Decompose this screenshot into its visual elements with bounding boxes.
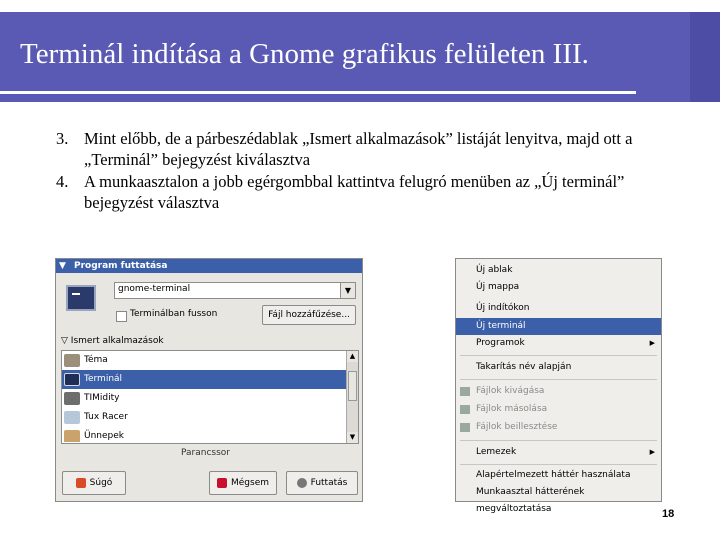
bullet-text: A munkaasztalon a jobb egérgombbal katti…	[84, 172, 625, 212]
bullet-number: 4.	[56, 172, 69, 191]
expander-arrow-icon: ▽	[61, 336, 68, 346]
menu-item-copy[interactable]: Fájlok másolása	[456, 401, 661, 418]
list-item[interactable]: Téma	[62, 351, 346, 370]
help-label: Súgó	[89, 478, 113, 488]
menu-item-label: Új ablak	[476, 265, 513, 275]
run-label: Futtatás	[310, 478, 348, 488]
menu-item-disks[interactable]: Lemezek ▶	[456, 444, 661, 461]
help-icon	[75, 477, 86, 488]
menu-item-label: Alapértelmezett háttér használata	[476, 470, 631, 480]
dialog-titlebar[interactable]: ▼ Program futtatása	[56, 259, 362, 273]
title-side-accent	[690, 12, 720, 102]
command-input[interactable]: gnome-terminal	[118, 284, 190, 294]
bullet-item: 3. Mint előbb, de a párbeszédablak „Isme…	[56, 128, 696, 170]
menu-item-programs[interactable]: Programok ▶	[456, 335, 661, 352]
command-combobox[interactable]: gnome-terminal ▼	[114, 282, 356, 299]
list-scrollbar[interactable]: ▲ ▼	[346, 351, 358, 443]
menu-item-clean-up[interactable]: Takarítás név alapján	[456, 359, 661, 376]
list-item[interactable]: Ünnepek	[62, 427, 346, 442]
penguin-icon	[64, 411, 80, 424]
terminal-icon	[64, 373, 80, 386]
known-apps-list[interactable]: Téma Terminál TIMidity Tux Racer Ünnepek…	[61, 350, 359, 444]
list-item-label: Téma	[84, 355, 108, 365]
music-icon	[64, 392, 80, 405]
menu-item-default-background[interactable]: Alapértelmezett háttér használata	[456, 467, 661, 484]
menu-item-new-window[interactable]: Új ablak	[456, 262, 661, 279]
menu-item-new-folder[interactable]: Új mappa	[456, 279, 661, 296]
known-apps-label: Ismert alkalmazások	[70, 336, 164, 346]
submenu-arrow-icon: ▶	[649, 448, 655, 456]
theme-icon	[64, 354, 80, 367]
menu-item-label: Fájlok kivágása	[476, 386, 545, 396]
list-item[interactable]: Tux Racer	[62, 408, 346, 427]
list-item[interactable]: TIMidity	[62, 389, 346, 408]
submenu-arrow-icon: ▶	[649, 339, 655, 347]
run-program-dialog: ▼ Program futtatása gnome-terminal ▼ Ter…	[55, 258, 363, 502]
menu-separator	[460, 440, 657, 441]
menu-item-label: Új terminál	[476, 321, 526, 331]
list-item-label: TIMidity	[84, 393, 120, 403]
desktop-context-menu: Új ablak Új mappa Új indítókon Új termin…	[455, 258, 662, 514]
command-label: Parancssor	[181, 448, 230, 458]
slide-title: Terminál indítása a Gnome grafikus felül…	[20, 38, 589, 70]
dialog-title: Program futtatása	[74, 261, 168, 271]
page-number: 18	[662, 508, 675, 520]
menu-separator	[460, 464, 657, 465]
cancel-button[interactable]: Mégsem	[209, 471, 277, 495]
title-underline	[0, 91, 636, 94]
cancel-icon	[216, 477, 227, 488]
menu-separator	[460, 379, 657, 380]
menu-item-new-launcher[interactable]: Új indítókon	[456, 300, 661, 317]
list-item-label: Ünnepek	[84, 431, 124, 441]
copy-icon	[460, 405, 470, 414]
bullet-number: 3.	[56, 129, 69, 148]
menu-item-label: Új mappa	[476, 282, 520, 292]
menu-arrow-icon[interactable]: ▼	[59, 259, 66, 273]
menu-item-label: Új indítókon	[476, 303, 530, 313]
menu-item-label: Fájlok másolása	[476, 404, 548, 414]
run-in-terminal-label[interactable]: Terminálban fusson	[130, 309, 217, 319]
list-item-label: Terminál	[84, 374, 123, 384]
list-item[interactable]: Terminál	[62, 370, 346, 389]
scroll-up-icon[interactable]: ▲	[347, 351, 358, 362]
scroll-down-icon[interactable]: ▼	[347, 432, 358, 443]
menu-item-new-terminal[interactable]: Új terminál	[456, 318, 661, 335]
menu-item-label: Programok	[476, 338, 525, 348]
calendar-icon	[64, 430, 80, 442]
gears-icon	[296, 477, 307, 488]
cancel-label: Mégsem	[230, 478, 269, 488]
menu-separator	[460, 355, 657, 356]
list-item-label: Tux Racer	[84, 412, 128, 422]
menu-item-change-background[interactable]: Munkaasztal hátterének megváltoztatása	[456, 484, 661, 514]
menu-item-label: Munkaasztal hátterének megváltoztatása	[476, 487, 585, 514]
run-button[interactable]: Futtatás	[286, 471, 358, 495]
menu-item-label: Takarítás név alapján	[476, 362, 572, 372]
run-in-terminal-checkbox[interactable]	[116, 311, 127, 322]
known-apps-expander[interactable]: ▽ Ismert alkalmazások	[61, 336, 164, 346]
menu-item-cut[interactable]: Fájlok kivágása	[456, 383, 661, 400]
chevron-down-icon[interactable]: ▼	[340, 283, 355, 298]
menu-item-paste[interactable]: Fájlok beillesztése	[456, 419, 661, 436]
menu-item-label: Lemezek	[476, 447, 517, 457]
cut-icon	[460, 387, 470, 396]
terminal-icon	[66, 285, 96, 311]
help-button[interactable]: Súgó	[62, 471, 126, 495]
paste-icon	[460, 423, 470, 432]
scroll-thumb[interactable]	[348, 371, 357, 401]
add-file-button[interactable]: Fájl hozzáfűzése...	[262, 305, 356, 325]
menu-item-label: Fájlok beillesztése	[476, 422, 558, 432]
bullet-list: 3. Mint előbb, de a párbeszédablak „Isme…	[56, 128, 696, 214]
bullet-text: Mint előbb, de a párbeszédablak „Ismert …	[84, 129, 633, 169]
bullet-item: 4. A munkaasztalon a jobb egérgombbal ka…	[56, 171, 696, 213]
